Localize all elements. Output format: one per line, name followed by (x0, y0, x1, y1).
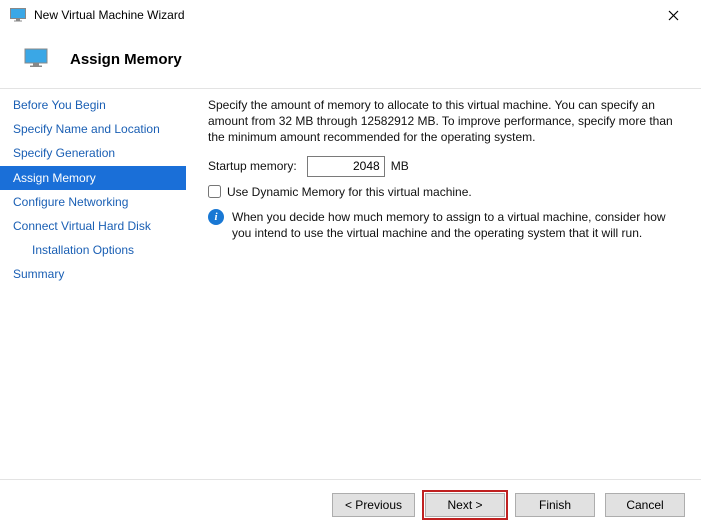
window-title: New Virtual Machine Wizard (34, 8, 653, 22)
next-button[interactable]: Next > (425, 493, 505, 517)
dynamic-memory-label: Use Dynamic Memory for this virtual mach… (227, 185, 472, 199)
info-text: When you decide how much memory to assig… (232, 209, 679, 241)
close-button[interactable] (653, 1, 693, 29)
content-pane: Specify the amount of memory to allocate… (186, 89, 701, 479)
step-assign-memory[interactable]: Assign Memory (0, 166, 186, 190)
app-icon (10, 8, 26, 22)
intro-text: Specify the amount of memory to allocate… (208, 97, 679, 146)
wizard-header: Assign Memory (0, 30, 701, 88)
header-icon (24, 48, 48, 68)
info-icon: i (208, 209, 224, 225)
titlebar: New Virtual Machine Wizard (0, 0, 701, 30)
close-icon (668, 10, 679, 21)
wizard-steps: Before You Begin Specify Name and Locati… (0, 89, 186, 479)
wizard-footer: < Previous Next > Finish Cancel (0, 479, 701, 529)
startup-memory-unit: MB (391, 159, 409, 173)
step-connect-vhd[interactable]: Connect Virtual Hard Disk (0, 214, 186, 238)
page-title: Assign Memory (70, 51, 182, 68)
finish-button[interactable]: Finish (515, 493, 595, 517)
step-installation-options[interactable]: Installation Options (0, 238, 186, 262)
step-configure-networking[interactable]: Configure Networking (0, 190, 186, 214)
step-summary[interactable]: Summary (0, 262, 186, 286)
step-specify-name-location[interactable]: Specify Name and Location (0, 117, 186, 141)
startup-memory-input[interactable] (307, 156, 385, 177)
startup-memory-label: Startup memory: (208, 159, 297, 173)
dynamic-memory-checkbox[interactable] (208, 185, 221, 198)
previous-button[interactable]: < Previous (332, 493, 415, 517)
step-before-you-begin[interactable]: Before You Begin (0, 93, 186, 117)
cancel-button[interactable]: Cancel (605, 493, 685, 517)
step-specify-generation[interactable]: Specify Generation (0, 141, 186, 165)
